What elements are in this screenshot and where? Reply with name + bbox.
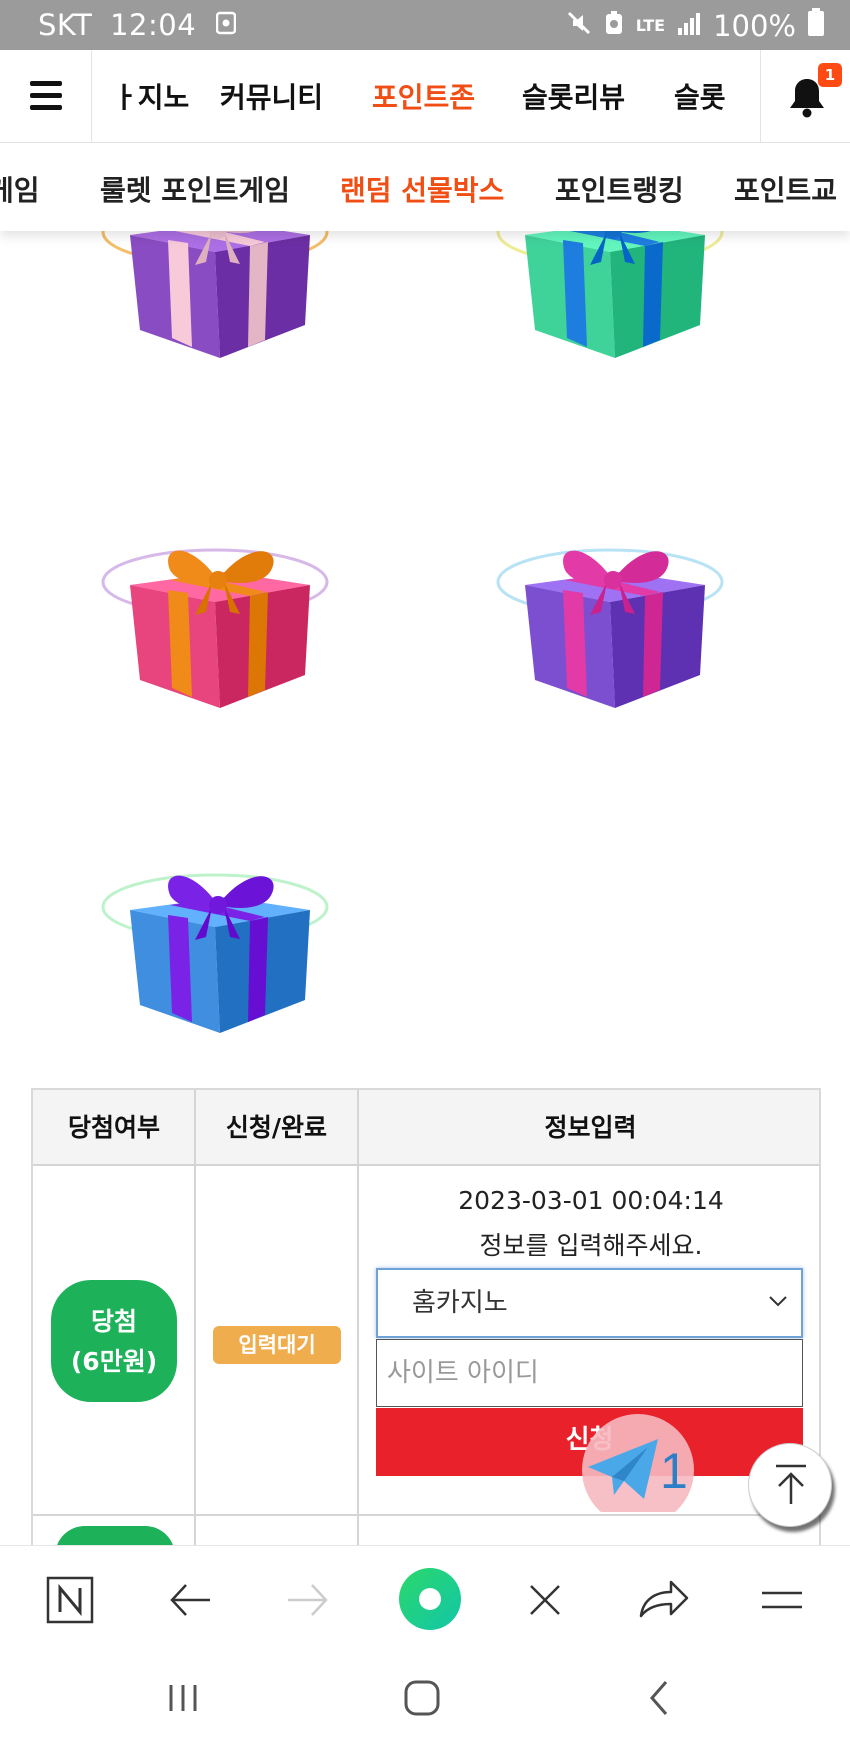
gift-box-3[interactable] bbox=[100, 510, 340, 710]
subnav-item-point-ranking[interactable]: 포인트랭킹 bbox=[555, 169, 684, 209]
share-button[interactable] bbox=[633, 1570, 693, 1630]
lte-label: LTE bbox=[635, 16, 666, 35]
green-dot-icon bbox=[399, 1568, 461, 1630]
system-back-button[interactable] bbox=[630, 1673, 690, 1723]
site-select[interactable]: 홈카지노 bbox=[376, 1268, 803, 1338]
gift-box-4[interactable] bbox=[495, 510, 735, 710]
subnav-item-random-giftbox[interactable]: 랜덤 선물박스 bbox=[340, 169, 504, 209]
clock-label: 12:04 bbox=[110, 8, 197, 42]
header-info-input: 정보입력 bbox=[358, 1090, 819, 1166]
info-prompt: 정보를 입력해주세요. bbox=[479, 1231, 703, 1260]
site-select-value: 홈카지노 bbox=[412, 1288, 508, 1318]
arrow-left-icon bbox=[170, 1584, 210, 1616]
win-label: 당첨 bbox=[90, 1307, 137, 1336]
notification-badge: 1 bbox=[818, 63, 842, 87]
notification-button[interactable]: 1 bbox=[760, 50, 850, 142]
carrier-label: SKT bbox=[38, 8, 93, 42]
arrow-up-icon bbox=[776, 1464, 806, 1504]
hamburger-icon bbox=[30, 81, 62, 86]
share-icon bbox=[639, 1580, 689, 1618]
green-dot-button[interactable] bbox=[395, 1564, 465, 1634]
mute-icon bbox=[566, 9, 592, 43]
screen-recorder-icon bbox=[215, 8, 237, 42]
naver-icon bbox=[46, 1576, 94, 1624]
gift-icon bbox=[496, 548, 724, 708]
telegram-count: 1 bbox=[660, 1443, 688, 1499]
gift-box-5[interactable] bbox=[100, 835, 340, 1035]
header-result: 당첨여부 bbox=[33, 1090, 195, 1166]
nav-item-slot-review[interactable]: 슬롯리뷰 bbox=[522, 76, 625, 116]
naver-home-button[interactable] bbox=[40, 1570, 100, 1630]
home-icon bbox=[404, 1680, 440, 1716]
menu-lines-icon bbox=[762, 1591, 802, 1609]
system-navigation bbox=[0, 1651, 850, 1747]
scroll-top-button[interactable] bbox=[748, 1443, 832, 1527]
header-apply-status: 신청/완료 bbox=[195, 1090, 358, 1166]
recent-apps-icon bbox=[169, 1685, 197, 1711]
main-navigation: ㅏ지노 커뮤니티 포인트존 슬롯리뷰 슬롯 1 bbox=[0, 50, 850, 143]
win-datetime: 2023-03-01 00:04:14 bbox=[458, 1186, 724, 1215]
status-badge: 입력대기 bbox=[213, 1326, 341, 1364]
subnav-item-game[interactable]: 게임 bbox=[0, 169, 40, 209]
menu-button[interactable] bbox=[0, 50, 92, 142]
status-bar: SKT 12:04 LTE 100% bbox=[0, 0, 850, 50]
subnav-item-roulette[interactable]: 룰렛 포인트게임 bbox=[100, 169, 290, 209]
nav-item-slot[interactable]: 슬롯 bbox=[674, 76, 726, 116]
win-badge: 당첨 (6만원) bbox=[51, 1280, 177, 1402]
battery-saver-icon bbox=[604, 9, 624, 43]
close-button[interactable] bbox=[515, 1570, 575, 1630]
battery-icon bbox=[808, 8, 824, 43]
back-button[interactable] bbox=[160, 1570, 220, 1630]
telegram-float-button[interactable]: 1 bbox=[568, 1412, 708, 1512]
arrow-right-icon bbox=[288, 1584, 328, 1616]
chevron-left-icon bbox=[650, 1681, 668, 1715]
sub-navigation: 게임 룰렛 포인트게임 랜덤 선물박스 포인트랭킹 포인트교 bbox=[0, 143, 850, 231]
subnav-item-point-exchange[interactable]: 포인트교 bbox=[734, 169, 837, 209]
gift-icon bbox=[101, 548, 329, 708]
recent-apps-button[interactable] bbox=[155, 1673, 215, 1723]
browser-toolbar bbox=[0, 1545, 850, 1651]
more-menu-button[interactable] bbox=[752, 1570, 812, 1630]
chevron-down-icon bbox=[769, 1296, 787, 1307]
forward-button[interactable] bbox=[278, 1570, 338, 1630]
gift-icon bbox=[101, 873, 329, 1033]
nav-item-community[interactable]: 커뮤니티 bbox=[220, 76, 323, 116]
prize-amount: (6만원) bbox=[70, 1347, 158, 1376]
nav-item-point-zone[interactable]: 포인트존 bbox=[372, 76, 475, 116]
signal-icon bbox=[677, 9, 701, 43]
close-icon bbox=[530, 1585, 560, 1615]
home-button[interactable] bbox=[392, 1673, 452, 1723]
telegram-icon bbox=[588, 1439, 658, 1499]
battery-percent: 100% bbox=[713, 8, 796, 43]
nav-item-casino[interactable]: ㅏ지노 bbox=[112, 76, 189, 116]
site-id-input[interactable]: 사이트 아이디 bbox=[376, 1339, 803, 1407]
